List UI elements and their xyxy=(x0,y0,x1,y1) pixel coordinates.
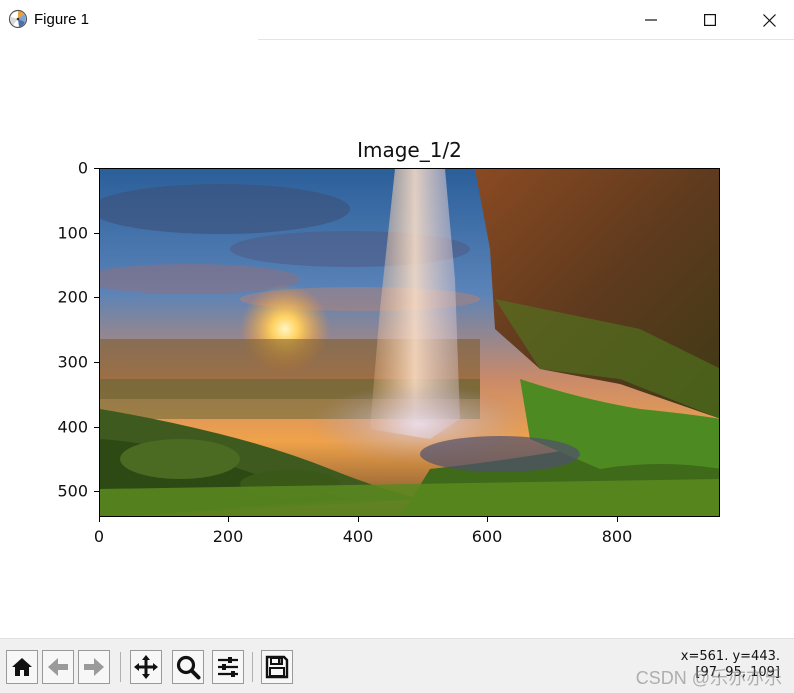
waterfall-photo xyxy=(100,169,719,516)
x-tick-mark xyxy=(99,517,100,522)
forward-button[interactable] xyxy=(78,650,110,684)
y-tick-mark xyxy=(94,491,99,492)
save-button[interactable] xyxy=(261,650,293,684)
y-tick-label: 100 xyxy=(57,223,88,243)
maximize-button[interactable] xyxy=(687,0,733,40)
image-axes[interactable] xyxy=(99,168,720,517)
x-tick-label: 200 xyxy=(212,527,244,546)
y-tick-mark xyxy=(94,427,99,428)
x-tick-mark xyxy=(228,517,229,522)
zoom-button[interactable] xyxy=(172,650,204,684)
toolbar-separator xyxy=(120,652,121,682)
configure-subplots-button[interactable] xyxy=(212,650,244,684)
y-tick-label: 200 xyxy=(57,287,88,307)
toolbar-separator xyxy=(252,652,253,682)
y-tick-label: 400 xyxy=(57,417,88,437)
pan-icon xyxy=(134,655,158,679)
window-titlebar: Figure 1 xyxy=(0,0,794,40)
y-tick-label: 300 xyxy=(57,352,88,372)
x-tick-label: 0 xyxy=(93,527,105,546)
close-button[interactable] xyxy=(746,0,792,40)
minimize-button[interactable] xyxy=(628,0,674,40)
y-tick-mark xyxy=(94,362,99,363)
back-icon xyxy=(48,658,68,676)
minimize-icon xyxy=(645,19,657,21)
y-tick-mark xyxy=(94,168,99,169)
plot-title: Image_1/2 xyxy=(357,138,462,162)
x-tick-label: 400 xyxy=(342,527,374,546)
x-tick-mark xyxy=(487,517,488,522)
y-tick-label: 500 xyxy=(57,481,88,501)
configure-subplots-icon xyxy=(218,657,238,677)
y-tick-mark xyxy=(94,297,99,298)
x-tick-mark xyxy=(358,517,359,522)
home-icon xyxy=(12,658,32,676)
cursor-xy: x=561. y=443. xyxy=(680,649,780,664)
window-title: Figure 1 xyxy=(34,11,90,28)
close-icon xyxy=(762,13,776,27)
home-button[interactable] xyxy=(6,650,38,684)
matplotlib-logo-icon xyxy=(8,9,28,29)
back-button[interactable] xyxy=(42,650,74,684)
watermark: CSDN @乐亦亦乐 xyxy=(635,668,782,688)
x-tick-mark xyxy=(617,517,618,522)
x-tick-label: 600 xyxy=(471,527,503,546)
forward-icon xyxy=(84,658,104,676)
save-icon xyxy=(265,655,289,679)
y-tick-mark xyxy=(94,233,99,234)
y-tick-label: 0 xyxy=(77,158,88,178)
pan-button[interactable] xyxy=(130,650,162,684)
maximize-icon xyxy=(704,14,716,26)
x-tick-label: 800 xyxy=(601,527,633,546)
zoom-icon xyxy=(176,655,201,680)
